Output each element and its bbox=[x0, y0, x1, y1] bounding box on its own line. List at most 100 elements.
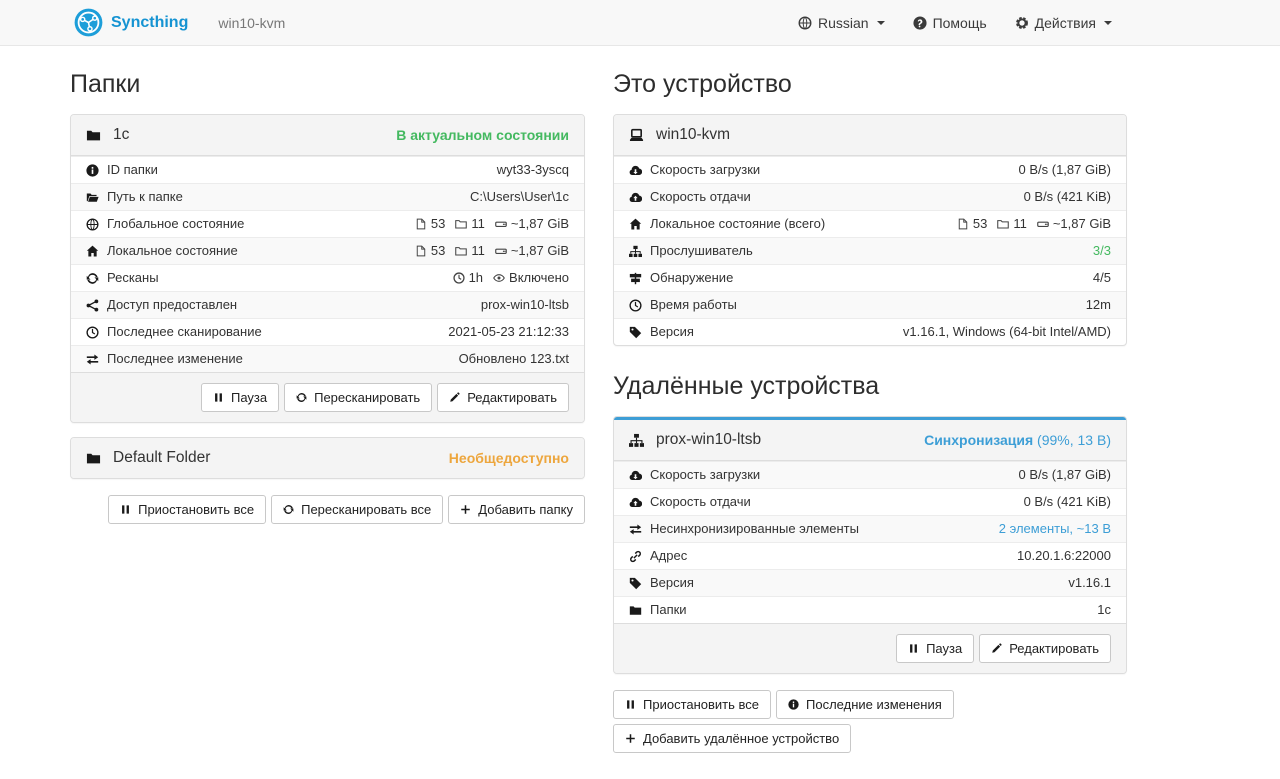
add-folder-button[interactable]: Добавить папку bbox=[448, 495, 585, 524]
row-value: 4/5 bbox=[1093, 270, 1111, 286]
this-device-heading: Это устройство bbox=[613, 70, 1127, 99]
file-icon bbox=[415, 245, 427, 257]
row-label: Адрес bbox=[650, 548, 687, 564]
table-row: Папки 1c bbox=[614, 596, 1126, 623]
table-row: Глобальное состояние 53 11 ~1,87 GiB bbox=[71, 210, 584, 237]
folder-name: 1c bbox=[113, 126, 129, 144]
table-row: Доступ предоставлен prox-win10-ltsb bbox=[71, 291, 584, 318]
edit-device-button[interactable]: Редактировать bbox=[979, 634, 1111, 663]
pencil-icon bbox=[449, 392, 460, 403]
row-label: Папки bbox=[650, 602, 687, 618]
table-row: Путь к папке C:\Users\User\1c bbox=[71, 183, 584, 210]
info-circle-icon bbox=[86, 164, 99, 177]
pause-icon bbox=[120, 504, 131, 515]
table-row: Обнаружение 4/5 bbox=[614, 264, 1126, 291]
table-row: Версия v1.16.1 bbox=[614, 569, 1126, 596]
sitemap-icon bbox=[629, 245, 642, 258]
hdd-icon bbox=[495, 245, 507, 257]
file-icon bbox=[957, 218, 969, 230]
remote-device-panel: prox-win10-ltsb Синхронизация (99%, 13 B… bbox=[613, 416, 1127, 674]
folder-icon bbox=[629, 604, 642, 617]
rescan-all-button[interactable]: Пересканировать все bbox=[271, 495, 443, 524]
laptop-icon bbox=[629, 128, 644, 143]
recent-changes-button[interactable]: Последние изменения bbox=[776, 690, 954, 719]
edit-folder-button[interactable]: Редактировать bbox=[437, 383, 569, 412]
brand[interactable]: Syncthing bbox=[74, 8, 188, 37]
row-label: Скорость отдачи bbox=[650, 494, 751, 510]
hdd-icon bbox=[495, 218, 507, 230]
remote-device-footer: Пауза Редактировать bbox=[614, 623, 1126, 673]
folder-panel-header[interactable]: Default Folder Необщедоступно bbox=[71, 438, 584, 478]
row-value: v1.16.1 bbox=[1068, 575, 1111, 591]
question-circle-icon bbox=[913, 16, 927, 30]
pause-device-button[interactable]: Пауза bbox=[896, 634, 974, 663]
out-of-sync-items-link[interactable]: 2 элементы, ~13 B bbox=[999, 521, 1111, 537]
row-label: Путь к папке bbox=[107, 189, 183, 205]
table-row: Последнее изменение Обновлено 123.txt bbox=[71, 345, 584, 372]
row-label: Локальное состояние bbox=[107, 243, 238, 259]
row-label: Прослушиватель bbox=[650, 243, 753, 259]
actions-menu[interactable]: Действия bbox=[1015, 15, 1112, 31]
gear-icon bbox=[1015, 16, 1029, 30]
navbar-right: Russian Помощь Действия bbox=[798, 15, 1112, 31]
remote-devices-heading: Удалённые устройства bbox=[613, 372, 1127, 401]
add-remote-device-button[interactable]: Добавить удалённое устройство bbox=[613, 724, 851, 753]
cloud-download-icon bbox=[629, 469, 642, 482]
home-icon bbox=[629, 218, 642, 231]
device-name: prox-win10-ltsb bbox=[656, 431, 761, 449]
folder-panel-footer: Пауза Пересканировать Редактировать bbox=[71, 372, 584, 422]
row-label: Версия bbox=[650, 324, 694, 340]
rescan-button[interactable]: Пересканировать bbox=[284, 383, 432, 412]
chevron-down-icon bbox=[877, 21, 885, 25]
folders-actions: Приостановить все Пересканировать все До… bbox=[70, 495, 585, 524]
share-icon bbox=[86, 299, 99, 312]
eye-icon bbox=[493, 272, 505, 284]
table-row: Скорость загрузки 0 B/s (1,87 GiB) bbox=[614, 461, 1126, 488]
pause-icon bbox=[625, 699, 636, 710]
tag-icon bbox=[629, 326, 642, 339]
table-row: Последнее сканирование 2021-05-23 21:12:… bbox=[71, 318, 584, 345]
row-value: 1h Включено bbox=[453, 270, 569, 286]
pause-all-devices-button[interactable]: Приостановить все bbox=[613, 690, 771, 719]
exchange-icon bbox=[86, 353, 99, 366]
help-label: Помощь bbox=[933, 15, 987, 31]
folder-panel-default: Default Folder Необщедоступно bbox=[70, 437, 585, 479]
this-device-header[interactable]: win10-kvm bbox=[614, 115, 1126, 156]
sitemap-icon bbox=[629, 433, 644, 448]
table-row: Локальное состояние (всего) 53 11 ~1,87 … bbox=[614, 210, 1126, 237]
row-value: 53 11 ~1,87 GiB bbox=[415, 243, 569, 259]
brand-name: Syncthing bbox=[111, 14, 188, 32]
folder-panel-header[interactable]: 1c В актуальном состоянии bbox=[71, 115, 584, 156]
cloud-upload-icon bbox=[629, 496, 642, 509]
table-row: Скорость загрузки 0 B/s (1,87 GiB) bbox=[614, 156, 1126, 183]
pause-icon bbox=[213, 392, 224, 403]
language-menu[interactable]: Russian bbox=[798, 15, 885, 31]
row-value: 53 11 ~1,87 GiB bbox=[415, 216, 569, 232]
row-value: 53 11 ~1,87 GiB bbox=[957, 216, 1111, 232]
remote-device-header[interactable]: prox-win10-ltsb Синхронизация (99%, 13 B… bbox=[614, 420, 1126, 461]
folder-status-badge: Необщедоступно bbox=[449, 450, 569, 466]
cloud-download-icon bbox=[629, 164, 642, 177]
table-row: Время работы 12m bbox=[614, 291, 1126, 318]
clock-icon bbox=[86, 326, 99, 339]
navbar: Syncthing win10-kvm Russian Помощь Дейст… bbox=[0, 0, 1280, 46]
table-row: Прослушиватель 3/3 bbox=[614, 237, 1126, 264]
row-label: Скорость загрузки bbox=[650, 162, 760, 178]
row-value: 12m bbox=[1086, 297, 1111, 313]
help-link[interactable]: Помощь bbox=[913, 15, 987, 31]
folder-outline-icon bbox=[997, 218, 1009, 230]
row-label: Время работы bbox=[650, 297, 737, 313]
clock-icon bbox=[453, 272, 465, 284]
pencil-icon bbox=[991, 643, 1002, 654]
folder-icon bbox=[86, 128, 101, 143]
row-label: Доступ предоставлен bbox=[107, 297, 237, 313]
plus-icon bbox=[460, 504, 471, 515]
row-label: Версия bbox=[650, 575, 694, 591]
row-value: 1c bbox=[1097, 602, 1111, 618]
table-row: Локальное состояние 53 11 ~1,87 GiB bbox=[71, 237, 584, 264]
row-value: prox-win10-ltsb bbox=[481, 297, 569, 313]
pause-all-folders-button[interactable]: Приостановить все bbox=[108, 495, 266, 524]
pause-button[interactable]: Пауза bbox=[201, 383, 279, 412]
devices-actions: Приостановить все Последние изменения До… bbox=[613, 690, 1073, 753]
row-value: 0 B/s (421 KiB) bbox=[1024, 494, 1111, 510]
